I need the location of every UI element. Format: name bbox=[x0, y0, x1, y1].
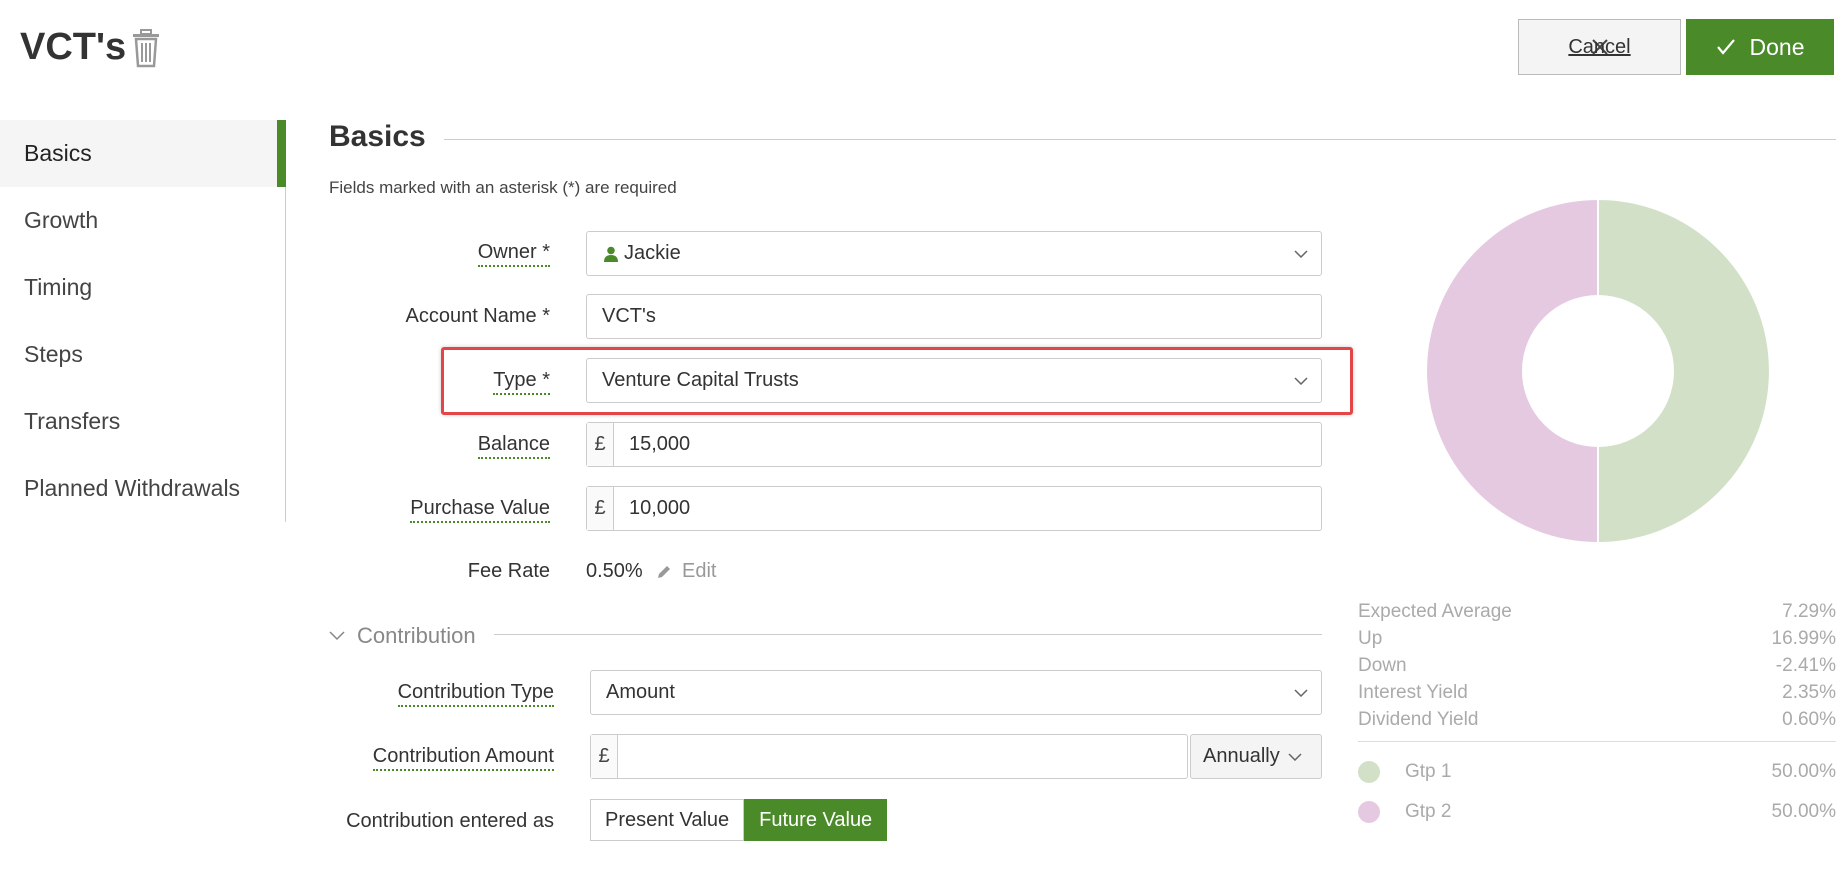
owner-value: Jackie bbox=[624, 242, 681, 264]
required-note: Fields marked with an asterisk (*) are r… bbox=[329, 178, 677, 197]
currency-symbol: £ bbox=[587, 423, 614, 466]
stat-row: Dividend Yield 0.60% bbox=[1358, 708, 1836, 730]
balance-value: 15,000 bbox=[629, 433, 691, 455]
section-divider bbox=[444, 139, 1836, 140]
contribution-amount-input[interactable]: £ bbox=[590, 734, 1188, 779]
fee-rate-edit-link[interactable]: Edit bbox=[656, 560, 716, 583]
currency-symbol: £ bbox=[591, 735, 618, 778]
allocation-donut-chart bbox=[1425, 198, 1771, 544]
contribution-type-select[interactable]: Amount bbox=[590, 670, 1322, 715]
sidebar-item-timing[interactable]: Timing bbox=[0, 254, 285, 321]
entered-as-toggle: Present Value Future Value bbox=[590, 799, 888, 841]
stats-panel: Expected Average 7.29% Up 16.99% Down -2.41… bbox=[1358, 598, 1836, 832]
frequency-value: Annually bbox=[1203, 745, 1280, 767]
sidebar-item-label: Transfers bbox=[24, 408, 121, 434]
legend-item: Gtp 2 50.00% bbox=[1358, 792, 1836, 832]
sidebar-item-label: Growth bbox=[24, 207, 99, 233]
type-value: Venture Capital Trusts bbox=[602, 369, 799, 391]
type-select[interactable]: Venture Capital Trusts bbox=[586, 358, 1322, 403]
stat-row: Down -2.41% bbox=[1358, 654, 1836, 676]
contribution-heading: Contribution bbox=[357, 623, 476, 648]
contribution-toggle[interactable]: Contribution bbox=[329, 623, 476, 649]
account-name-value: VCT's bbox=[602, 305, 656, 327]
chevron-down-icon bbox=[329, 631, 345, 641]
sidebar-item-label: Steps bbox=[24, 341, 83, 367]
legend-swatch bbox=[1358, 801, 1380, 823]
trash-icon[interactable] bbox=[131, 28, 161, 68]
balance-input[interactable]: £ 15,000 bbox=[586, 422, 1322, 467]
cancel-label: Cancel bbox=[1568, 35, 1631, 58]
account-name-label: Account Name * bbox=[405, 305, 550, 327]
sidebar-item-label: Basics bbox=[24, 140, 92, 166]
account-name-input[interactable]: VCT's bbox=[586, 294, 1322, 339]
stat-row: Expected Average 7.29% bbox=[1358, 600, 1836, 622]
future-value-option[interactable]: Future Value bbox=[744, 799, 888, 841]
owner-label: Owner * bbox=[380, 241, 550, 267]
chevron-down-icon bbox=[1281, 249, 1321, 258]
done-button[interactable]: Done bbox=[1686, 19, 1834, 75]
cancel-button[interactable]: Cancel bbox=[1518, 19, 1681, 75]
page-title: VCT's bbox=[20, 26, 127, 68]
frequency-select[interactable]: Annually bbox=[1190, 734, 1322, 779]
legend-swatch bbox=[1358, 761, 1380, 783]
checkmark-icon bbox=[1716, 39, 1735, 55]
purchase-value-input[interactable]: £ 10,000 bbox=[586, 486, 1322, 531]
sidebar: Basics Growth Timing Steps Transfers Pla… bbox=[0, 120, 286, 522]
person-icon bbox=[604, 246, 618, 262]
legend-item: Gtp 1 50.00% bbox=[1358, 752, 1836, 792]
owner-select[interactable]: Jackie bbox=[586, 231, 1322, 276]
chevron-down-icon bbox=[1281, 688, 1321, 697]
pencil-icon bbox=[658, 565, 670, 578]
present-value-option[interactable]: Present Value bbox=[590, 799, 745, 841]
contribution-type-value: Amount bbox=[606, 681, 675, 703]
edit-label: Edit bbox=[682, 560, 717, 582]
section-title: Basics bbox=[329, 120, 426, 153]
type-label: Type * bbox=[380, 369, 550, 395]
chevron-down-icon bbox=[1281, 376, 1321, 385]
stat-row: Interest Yield 2.35% bbox=[1358, 681, 1836, 703]
donut-hole bbox=[1522, 295, 1674, 447]
sidebar-item-transfers[interactable]: Transfers bbox=[0, 388, 285, 455]
purchase-value-value: 10,000 bbox=[629, 497, 691, 519]
fee-rate-label: Fee Rate bbox=[467, 560, 550, 582]
chevron-down-icon bbox=[1288, 752, 1302, 761]
done-label: Done bbox=[1749, 33, 1805, 60]
contribution-entered-as-label: Contribution entered as bbox=[346, 810, 554, 832]
contribution-divider bbox=[494, 634, 1322, 635]
sidebar-item-label: Planned Withdrawals bbox=[24, 475, 241, 501]
fee-rate-value: 0.50% bbox=[586, 560, 643, 582]
sidebar-item-planned-withdrawals[interactable]: Planned Withdrawals bbox=[0, 455, 285, 522]
sidebar-item-basics[interactable]: Basics bbox=[0, 120, 286, 187]
balance-label: Balance bbox=[380, 433, 550, 459]
contribution-amount-label: Contribution Amount bbox=[340, 745, 554, 771]
stat-row: Up 16.99% bbox=[1358, 627, 1836, 649]
sidebar-item-steps[interactable]: Steps bbox=[0, 321, 285, 388]
currency-symbol: £ bbox=[587, 487, 614, 530]
sidebar-item-growth[interactable]: Growth bbox=[0, 187, 285, 254]
purchase-value-label: Purchase Value bbox=[380, 497, 550, 523]
sidebar-item-label: Timing bbox=[24, 274, 93, 300]
contribution-type-label: Contribution Type bbox=[340, 681, 554, 707]
stats-divider bbox=[1358, 741, 1836, 742]
